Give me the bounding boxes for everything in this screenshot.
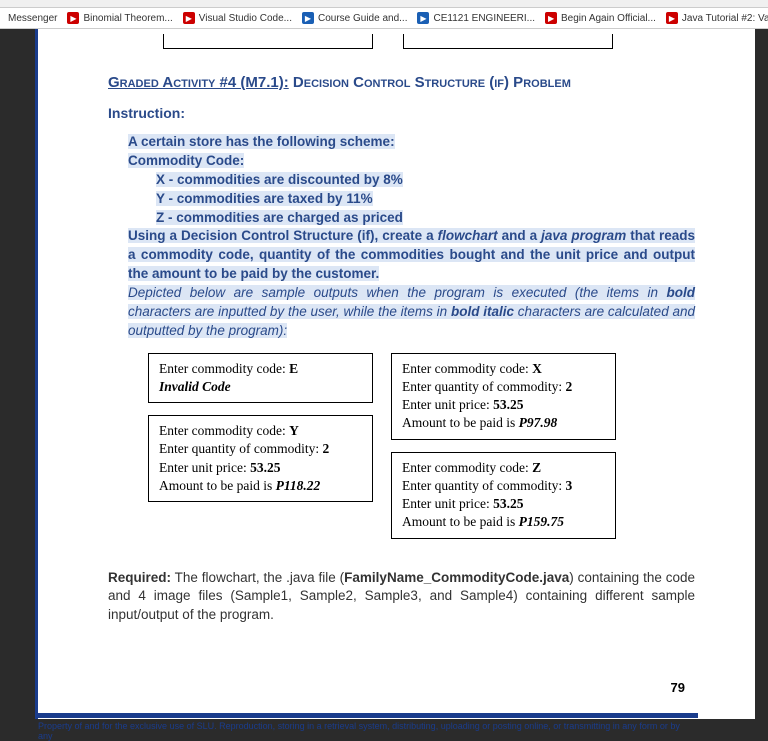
bookmark-course-guide-label: Course Guide and... [318,13,408,24]
scheme-intro: A certain store has the following scheme… [128,134,395,149]
s2-l4a: Amount to be paid is [402,415,519,430]
prev-box-2 [403,34,613,49]
bookmark-messenger-label: Messenger [8,13,57,24]
code-y: Y - commodities are taxed by 11% [156,191,373,206]
s1-l2: Invalid Code [159,378,362,396]
bookmark-java-tutorial-icon: ▶ [666,12,678,24]
s4-l2a: Enter quantity of commodity: [402,478,565,493]
browser-top-bar [0,0,768,8]
required-block: Required: The flowchart, the .java file … [108,569,695,626]
dep-bolditalic: bold italic [451,304,514,319]
bookmark-java-tutorial[interactable]: ▶ Java Tutorial #2: Va... [666,12,768,24]
s3-l2b: 2 [322,441,329,456]
s2-l3b: 53.25 [493,397,523,412]
s2-l1b: X [532,361,542,376]
s1-l1b: E [289,361,298,376]
required-label: Required: [108,570,171,585]
sample-box-3: Enter commodity code: Y Enter quantity o… [148,415,373,502]
task-p1: Using a Decision Control Structure (if),… [128,228,438,243]
bookmark-begin-again-icon: ▶ [545,12,557,24]
bookmark-java-tutorial-label: Java Tutorial #2: Va... [682,13,768,24]
code-z: Z - commodities are charged as priced [156,210,403,225]
required-p1: The flowchart, the .java file ( [171,570,344,585]
activity-heading: Graded Activity #4 (M7.1): Decision Cont… [108,74,695,91]
required-filename: FamilyName_CommodityCode.java [344,570,569,585]
bookmark-binomial-label: Binomial Theorem... [83,13,172,24]
bookmark-vscode-icon: ▶ [183,12,195,24]
dep-p2: characters are inputted by the user, whi… [128,304,451,319]
s2-l1a: Enter commodity code: [402,361,532,376]
depicted-paragraph: Depicted below are sample outputs when t… [128,284,695,341]
s2-l2b: 2 [565,379,572,394]
document-page: Graded Activity #4 (M7.1): Decision Cont… [35,29,755,719]
instruction-label: Instruction: [108,105,695,121]
s4-l3b: 53.25 [493,496,523,511]
bookmark-ce1121[interactable]: ▶ CE1121 ENGINEERI... [417,12,535,24]
bookmark-begin-again[interactable]: ▶ Begin Again Official... [545,12,656,24]
task-paragraph: Using a Decision Control Structure (if),… [128,227,695,284]
content-area: Graded Activity #4 (M7.1): Decision Cont… [0,29,768,719]
page-number: 79 [108,680,695,695]
heading-activity-num: Graded Activity #4 (M7.1): [108,74,289,91]
s4-l1a: Enter commodity code: [402,460,532,475]
bookmark-binomial[interactable]: ▶ Binomial Theorem... [67,12,172,24]
footer-copyright: Property of and for the exclusive use of… [38,721,695,741]
code-x: X - commodities are discounted by 8% [156,172,403,187]
s2-l3a: Enter unit price: [402,397,493,412]
bookmark-messenger[interactable]: Messenger [8,13,57,24]
bookmark-vscode-label: Visual Studio Code... [199,13,292,24]
s3-l4b: P118.22 [276,478,321,493]
bookmark-ce1121-icon: ▶ [417,12,429,24]
s4-l3a: Enter unit price: [402,496,493,511]
s1-l1a: Enter commodity code: [159,361,289,376]
prev-box-1 [163,34,373,49]
bookmarks-bar: Messenger ▶ Binomial Theorem... ▶ Visual Stu… [0,8,768,29]
s3-l1a: Enter commodity code: [159,423,289,438]
task-flowchart: flowchart [438,228,498,243]
s4-l1b: Z [532,460,541,475]
dep-p1: Depicted below are sample outputs when t… [128,285,667,300]
partial-prev-boxes [108,29,695,49]
bookmark-begin-again-label: Begin Again Official... [561,13,656,24]
commodity-label: Commodity Code: [128,153,244,168]
s3-l3b: 53.25 [250,460,280,475]
s2-l2a: Enter quantity of commodity: [402,379,565,394]
sample-box-2: Enter commodity code: X Enter quantity o… [391,353,616,440]
task-p2: and a [498,228,542,243]
s3-l3a: Enter unit price: [159,460,250,475]
s3-l4a: Amount to be paid is [159,478,276,493]
bookmark-course-guide-icon: ▶ [302,12,314,24]
s4-l2b: 3 [565,478,572,493]
s4-l4a: Amount to be paid is [402,514,519,529]
task-java: java program [541,228,626,243]
bookmark-ce1121-label: CE1121 ENGINEERI... [433,13,535,24]
page-divider [38,713,698,718]
pdf-margin [0,29,35,719]
s3-l1b: Y [289,423,299,438]
dep-bold: bold [667,285,696,300]
bookmark-vscode[interactable]: ▶ Visual Studio Code... [183,12,292,24]
instruction-body: A certain store has the following scheme… [108,133,695,341]
bookmark-course-guide[interactable]: ▶ Course Guide and... [302,12,408,24]
sample-outputs: Enter commodity code: E Invalid Code Ent… [108,353,695,539]
heading-activity-title: Decision Control Structure (if) Problem [289,74,571,91]
s3-l2a: Enter quantity of commodity: [159,441,322,456]
sample-box-1: Enter commodity code: E Invalid Code [148,353,373,403]
s2-l4b: P97.98 [519,415,558,430]
sample-box-4: Enter commodity code: Z Enter quantity o… [391,452,616,539]
bookmark-binomial-icon: ▶ [67,12,79,24]
s4-l4b: P159.75 [519,514,564,529]
